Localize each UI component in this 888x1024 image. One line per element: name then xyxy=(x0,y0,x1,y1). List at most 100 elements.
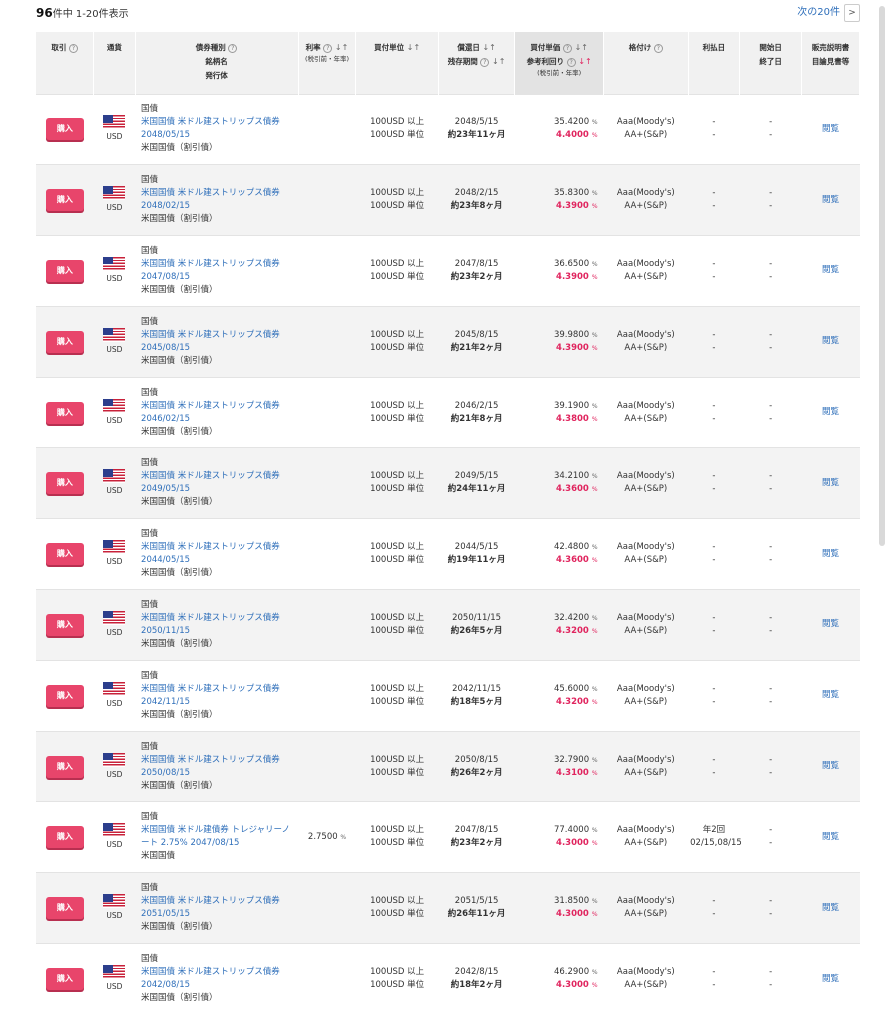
bond-category: 国債 xyxy=(141,529,159,540)
help-icon[interactable]: ? xyxy=(228,43,238,53)
sort-icon[interactable]: ↓↑ xyxy=(575,43,588,52)
view-docs-link[interactable]: 閲覧 xyxy=(822,195,839,205)
currency-code: USD xyxy=(106,273,123,283)
bond-name-link[interactable]: 米国国債 米ドル建ストリップス債券 2046/02/15 xyxy=(141,400,296,426)
interest-dates: - xyxy=(712,909,716,920)
table-row: 購入 USD 国債 米国国債 米ドル建ストリップス債券 2050/08/15 米国国債（… xyxy=(36,730,860,802)
bond-category: 国債 xyxy=(141,670,159,681)
buy-button[interactable]: 購入 xyxy=(45,330,84,353)
chevron-right-icon[interactable]: > xyxy=(844,4,860,22)
sort-icon[interactable]: ↓↑ xyxy=(407,43,420,52)
bond-name-link[interactable]: 米国国債 米ドル建ストリップス債券 2048/05/15 xyxy=(141,116,296,142)
us-flag-icon xyxy=(103,398,126,413)
view-docs-link[interactable]: 閲覧 xyxy=(822,549,839,559)
currency-code: USD xyxy=(106,203,123,213)
bond-cell: 国債 米国国債 米ドル建ストリップス債券 2042/11/15 米国国債（割引債） xyxy=(135,659,299,732)
bond-name-link[interactable]: 米国国債 米ドル建ストリップス債券 2051/05/15 xyxy=(141,895,296,921)
price-cell: 77.4000 % 4.3000 % xyxy=(514,801,604,873)
unit-min: 100USD 以上 xyxy=(370,258,425,269)
bond-name-link[interactable]: 米国国債 米ドル建ストリップス債券 2042/11/15 xyxy=(141,683,296,709)
sort-icon[interactable]: ↓↑ xyxy=(492,57,505,66)
redemption-date: 2047/8/15 xyxy=(454,825,499,836)
scrollbar[interactable] xyxy=(879,6,885,546)
help-icon[interactable]: ? xyxy=(562,43,572,53)
sort-icon[interactable]: ↓↑ xyxy=(335,43,348,52)
price-unit: % xyxy=(591,614,598,622)
help-icon[interactable]: ? xyxy=(68,43,78,53)
buy-button[interactable]: 購入 xyxy=(45,826,84,849)
buy-button[interactable]: 購入 xyxy=(45,684,84,707)
yield-unit: % xyxy=(591,273,598,281)
sort-desc-icon[interactable]: ↓↑ xyxy=(578,57,591,66)
help-icon[interactable]: ? xyxy=(566,57,576,67)
buy-button[interactable]: 購入 xyxy=(45,543,84,566)
docs-cell: 閲覧 xyxy=(801,589,860,661)
help-icon[interactable]: ? xyxy=(323,43,333,53)
help-icon[interactable]: ? xyxy=(480,57,490,67)
unit-step: 100USD 単位 xyxy=(370,980,425,991)
price-unit: % xyxy=(591,331,598,339)
redemption-date: 2049/5/15 xyxy=(454,471,499,482)
bond-name-link[interactable]: 米国国債 米ドル建ストリップス債券 2044/05/15 xyxy=(141,541,296,567)
price-unit: % xyxy=(591,685,598,693)
view-docs-link[interactable]: 閲覧 xyxy=(822,407,839,417)
bond-issuer: 米国国債（割引債） xyxy=(141,284,218,295)
view-docs-link[interactable]: 閲覧 xyxy=(822,903,839,913)
start-date: - xyxy=(769,967,773,978)
yield-value: 4.3600 xyxy=(556,484,589,495)
period-cell: -- xyxy=(739,518,802,590)
buy-button[interactable]: 購入 xyxy=(45,472,84,495)
redemption-cell: 2048/2/15 約23年8ヶ月 xyxy=(438,164,515,236)
docs-cell: 閲覧 xyxy=(801,235,860,307)
view-docs-link[interactable]: 閲覧 xyxy=(822,690,839,700)
bond-name-link[interactable]: 米国国債 米ドル建債券 トレジャリーノート 2.75% 2047/08/15 xyxy=(141,824,296,850)
price-cell: 39.1900 % 4.3800 % xyxy=(514,376,604,448)
interest-dates: - xyxy=(712,555,716,566)
bond-issuer: 米国国債（割引債） xyxy=(141,568,218,579)
currency-cell: USD xyxy=(93,305,136,378)
bond-name-link[interactable]: 米国国債 米ドル建ストリップス債券 2050/11/15 xyxy=(141,612,296,638)
buy-button[interactable]: 購入 xyxy=(45,968,84,991)
period-cell: -- xyxy=(739,305,802,378)
unit-cell: 100USD 以上 100USD 単位 xyxy=(355,376,439,448)
view-docs-link[interactable]: 閲覧 xyxy=(822,478,839,488)
sort-icon[interactable]: ↓↑ xyxy=(482,43,495,52)
view-docs-link[interactable]: 閲覧 xyxy=(822,761,839,771)
view-docs-link[interactable]: 閲覧 xyxy=(822,974,839,984)
buy-button[interactable]: 購入 xyxy=(45,259,84,282)
yield-value: 4.4000 xyxy=(556,130,589,141)
rating-sp: AA+(S&P) xyxy=(624,625,668,636)
bond-name-link[interactable]: 米国国債 米ドル建ストリップス債券 2045/08/15 xyxy=(141,329,296,355)
next-page-link[interactable]: 次の20件 xyxy=(797,4,840,22)
view-docs-link[interactable]: 閲覧 xyxy=(822,619,839,629)
bond-name-link[interactable]: 米国国債 米ドル建ストリップス債券 2049/05/15 xyxy=(141,470,296,496)
interest-frequency: - xyxy=(712,683,716,694)
period-cell: -- xyxy=(739,447,802,519)
docs-cell: 閲覧 xyxy=(801,518,860,590)
bond-name-link[interactable]: 米国国債 米ドル建ストリップス債券 2047/08/15 xyxy=(141,258,296,284)
view-docs-link[interactable]: 閲覧 xyxy=(822,832,839,842)
rating-cell: Aaa(Moody's) AA+(S&P) xyxy=(603,164,689,236)
buy-button[interactable]: 購入 xyxy=(45,189,84,212)
view-docs-link[interactable]: 閲覧 xyxy=(822,265,839,275)
bond-cell: 国債 米国国債 米ドル建ストリップス債券 2045/08/15 米国国債（割引債） xyxy=(135,305,299,378)
trade-cell: 購入 xyxy=(36,93,94,165)
price-value: 39.9800 xyxy=(553,329,590,340)
buy-button[interactable]: 購入 xyxy=(45,755,84,778)
buy-button[interactable]: 購入 xyxy=(45,401,84,424)
bond-name-link[interactable]: 米国国債 米ドル建ストリップス債券 2048/02/15 xyxy=(141,187,296,213)
price-value: 32.4200 xyxy=(553,612,590,623)
bond-name-link[interactable]: 米国国債 米ドル建ストリップス債券 2050/08/15 xyxy=(141,754,296,780)
period-cell: -- xyxy=(739,659,802,732)
buy-button[interactable]: 購入 xyxy=(45,613,84,636)
rate-cell xyxy=(298,164,356,236)
price-unit: % xyxy=(591,119,598,127)
table-row: 購入 USD 国債 米国国債 米ドル建ストリップス債券 2048/05/15 米国国債（… xyxy=(36,93,860,165)
docs-cell: 閲覧 xyxy=(801,872,860,944)
bond-name-link[interactable]: 米国国債 米ドル建ストリップス債券 2042/08/15 xyxy=(141,966,296,992)
buy-button[interactable]: 購入 xyxy=(45,897,84,920)
buy-button[interactable]: 購入 xyxy=(45,118,84,141)
help-icon[interactable]: ? xyxy=(653,43,663,53)
view-docs-link[interactable]: 閲覧 xyxy=(822,124,839,134)
view-docs-link[interactable]: 閲覧 xyxy=(822,336,839,346)
